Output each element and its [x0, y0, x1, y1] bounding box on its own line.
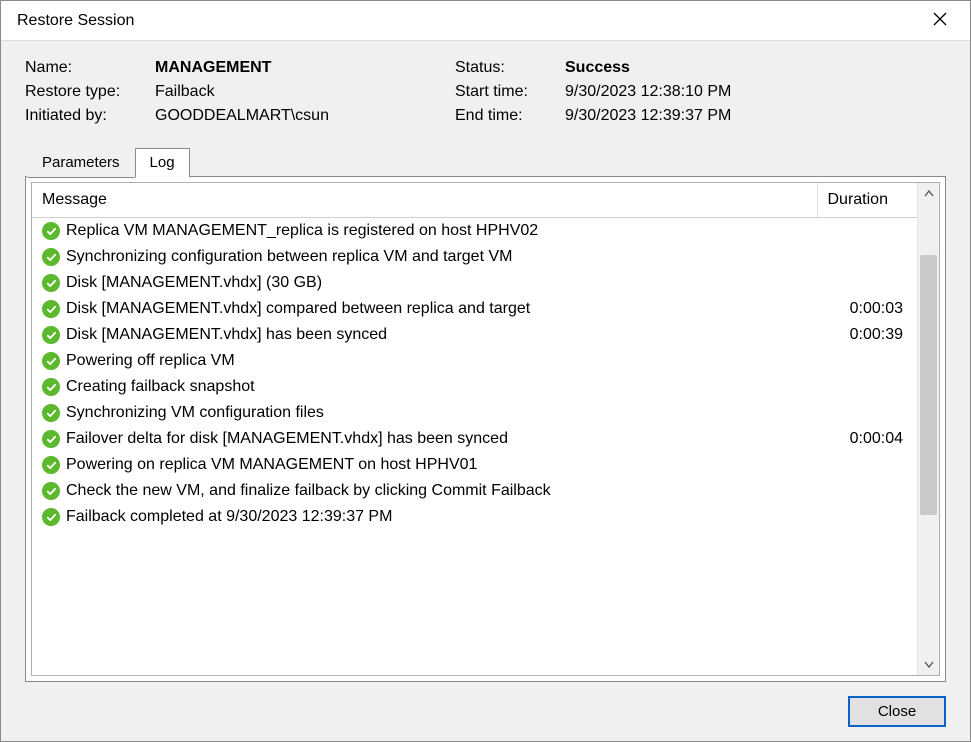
value-name: MANAGEMENT: [155, 59, 455, 77]
log-message-cell: Check the new VM, and finalize failback …: [32, 478, 817, 504]
close-button[interactable]: Close: [848, 696, 946, 727]
dialog-footer: Close: [25, 682, 946, 727]
success-icon: [42, 222, 60, 240]
table-row[interactable]: Powering on replica VM MANAGEMENT on hos…: [32, 452, 917, 478]
table-row[interactable]: Check the new VM, and finalize failback …: [32, 478, 917, 504]
log-duration-cell: [817, 348, 917, 374]
log-message-cell: Disk [MANAGEMENT.vhdx] has been synced: [32, 322, 817, 348]
table-row[interactable]: Failback completed at 9/30/2023 12:39:37…: [32, 504, 917, 530]
log-message-text: Disk [MANAGEMENT.vhdx] has been synced: [66, 326, 387, 344]
label-restore-type: Restore type:: [25, 83, 155, 101]
table-row[interactable]: Disk [MANAGEMENT.vhdx] (30 GB): [32, 270, 917, 296]
log-message-text: Creating failback snapshot: [66, 378, 255, 396]
table-row[interactable]: Replica VM MANAGEMENT_replica is registe…: [32, 218, 917, 245]
value-status: Success: [565, 59, 946, 77]
value-initiated-by: GOODDEALMART\csun: [155, 107, 455, 125]
table-row[interactable]: Failover delta for disk [MANAGEMENT.vhdx…: [32, 426, 917, 452]
table-row[interactable]: Disk [MANAGEMENT.vhdx] has been synced 0:…: [32, 322, 917, 348]
log-message-cell: Disk [MANAGEMENT.vhdx] compared between …: [32, 296, 817, 322]
log-message-text: Powering off replica VM: [66, 352, 235, 370]
content-area: Name: MANAGEMENT Status: Success Restore…: [1, 41, 970, 741]
restore-session-dialog: Restore Session Name: MANAGEMENT Status:…: [0, 0, 971, 742]
log-message-text: Failback completed at 9/30/2023 12:39:37…: [66, 508, 392, 526]
scrollbar-thumb[interactable]: [920, 255, 937, 515]
log-message-cell: Powering off replica VM: [32, 348, 817, 374]
log-message-text: Disk [MANAGEMENT.vhdx] compared between …: [66, 300, 530, 318]
log-duration-cell: 0:00:39: [817, 322, 917, 348]
col-header-message[interactable]: Message: [32, 183, 817, 218]
table-row[interactable]: Powering off replica VM: [32, 348, 917, 374]
log-duration-cell: [817, 270, 917, 296]
log-message-cell: Failback completed at 9/30/2023 12:39:37…: [32, 504, 817, 530]
success-icon: [42, 508, 60, 526]
log-message-text: Disk [MANAGEMENT.vhdx] (30 GB): [66, 274, 322, 292]
tab-strip: Parameters Log: [25, 147, 946, 177]
tab-content-log: Message Duration Replica VM MANAGEMENT_r…: [25, 176, 946, 682]
col-header-duration[interactable]: Duration: [817, 183, 917, 218]
log-message-text: Synchronizing VM configuration files: [66, 404, 324, 422]
tab-parameters[interactable]: Parameters: [27, 148, 135, 178]
log-message-text: Failover delta for disk [MANAGEMENT.vhdx…: [66, 430, 508, 448]
scrollbar-vertical[interactable]: [917, 183, 939, 675]
success-icon: [42, 274, 60, 292]
log-message-text: Replica VM MANAGEMENT_replica is registe…: [66, 222, 538, 240]
log-message-cell: Failover delta for disk [MANAGEMENT.vhdx…: [32, 426, 817, 452]
window-title: Restore Session: [17, 12, 920, 30]
log-duration-cell: [817, 218, 917, 245]
success-icon: [42, 404, 60, 422]
log-duration-cell: [817, 478, 917, 504]
log-duration-cell: [817, 244, 917, 270]
log-message-cell: Creating failback snapshot: [32, 374, 817, 400]
titlebar: Restore Session: [1, 1, 970, 41]
value-start-time: 9/30/2023 12:38:10 PM: [565, 83, 946, 101]
log-table: Message Duration Replica VM MANAGEMENT_r…: [32, 183, 917, 530]
table-row[interactable]: Synchronizing VM configuration files: [32, 400, 917, 426]
session-info: Name: MANAGEMENT Status: Success Restore…: [25, 59, 946, 125]
table-row[interactable]: Synchronizing configuration between repl…: [32, 244, 917, 270]
label-initiated-by: Initiated by:: [25, 107, 155, 125]
log-duration-cell: [817, 400, 917, 426]
table-row[interactable]: Disk [MANAGEMENT.vhdx] compared between …: [32, 296, 917, 322]
label-end-time: End time:: [455, 107, 565, 125]
log-message-text: Check the new VM, and finalize failback …: [66, 482, 551, 500]
log-message-cell: Synchronizing VM configuration files: [32, 400, 817, 426]
label-start-time: Start time:: [455, 83, 565, 101]
log-message-cell: Synchronizing configuration between repl…: [32, 244, 817, 270]
log-duration-cell: [817, 452, 917, 478]
success-icon: [42, 300, 60, 318]
value-restore-type: Failback: [155, 83, 455, 101]
label-status: Status:: [455, 59, 565, 77]
success-icon: [42, 482, 60, 500]
success-icon: [42, 430, 60, 448]
table-row[interactable]: Creating failback snapshot: [32, 374, 917, 400]
log-message-cell: Replica VM MANAGEMENT_replica is registe…: [32, 218, 817, 244]
scroll-down-arrow-icon[interactable]: [918, 653, 939, 675]
log-message-cell: Powering on replica VM MANAGEMENT on hos…: [32, 452, 817, 478]
log-message-cell: Disk [MANAGEMENT.vhdx] (30 GB): [32, 270, 817, 296]
success-icon: [42, 378, 60, 396]
log-duration-cell: 0:00:04: [817, 426, 917, 452]
close-icon: [933, 10, 947, 31]
success-icon: [42, 352, 60, 370]
label-name: Name:: [25, 59, 155, 77]
log-table-container: Message Duration Replica VM MANAGEMENT_r…: [31, 182, 940, 676]
tab-log[interactable]: Log: [135, 148, 190, 178]
log-message-text: Powering on replica VM MANAGEMENT on hos…: [66, 456, 477, 474]
success-icon: [42, 326, 60, 344]
scrollbar-track[interactable]: [918, 205, 939, 653]
log-duration-cell: 0:00:03: [817, 296, 917, 322]
log-duration-cell: [817, 504, 917, 530]
success-icon: [42, 248, 60, 266]
log-duration-cell: [817, 374, 917, 400]
value-end-time: 9/30/2023 12:39:37 PM: [565, 107, 946, 125]
titlebar-close-button[interactable]: [920, 1, 960, 41]
log-message-text: Synchronizing configuration between repl…: [66, 248, 512, 266]
scroll-up-arrow-icon[interactable]: [918, 183, 939, 205]
success-icon: [42, 456, 60, 474]
